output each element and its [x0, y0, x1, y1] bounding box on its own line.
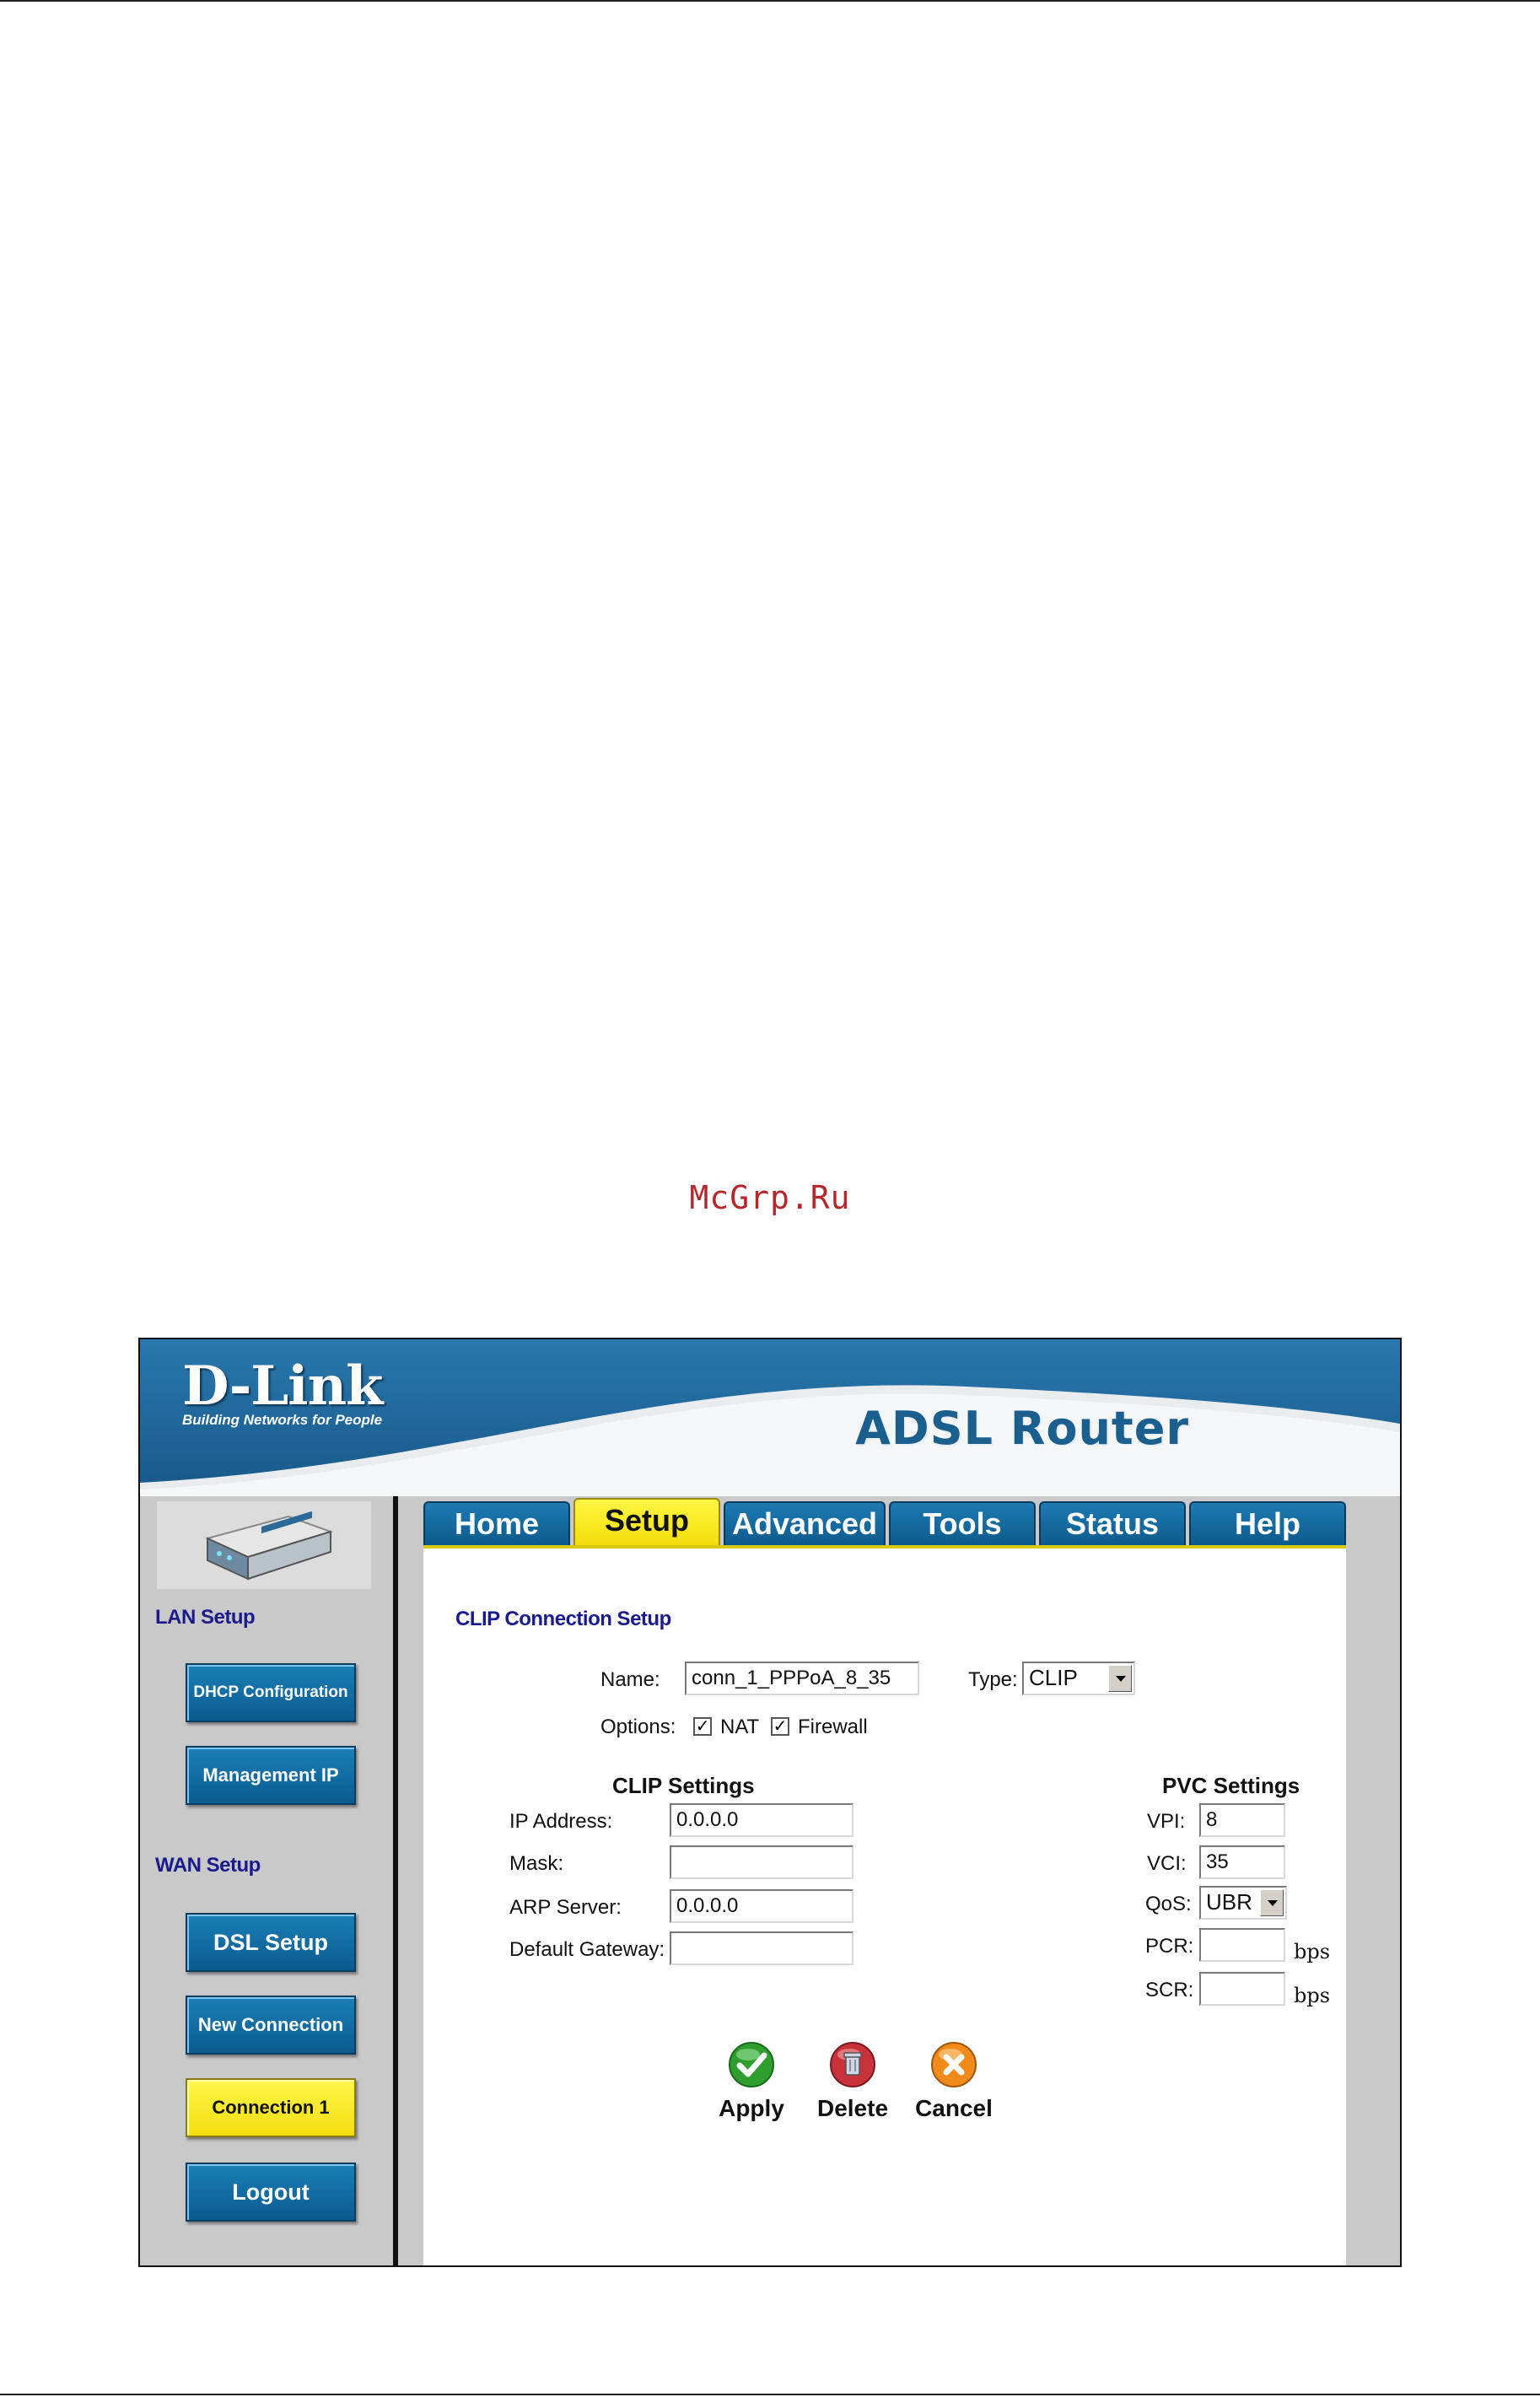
- tab-tools[interactable]: Tools: [889, 1501, 1036, 1545]
- nat-checkbox[interactable]: ✓: [693, 1717, 712, 1736]
- name-label: Name:: [600, 1668, 660, 1691]
- router-device-icon: [205, 1511, 334, 1581]
- logout-button[interactable]: Logout: [186, 2163, 356, 2222]
- mask-label: Mask:: [509, 1852, 564, 1875]
- tab-setup[interactable]: Setup: [573, 1498, 720, 1545]
- scr-unit: bps: [1294, 1984, 1331, 2007]
- brand-tagline: Building Networks for People: [182, 1412, 383, 1428]
- default-gateway-label: Default Gateway:: [509, 1938, 665, 1961]
- cancel-button[interactable]: Cancel: [907, 2041, 1000, 2122]
- default-gateway-input[interactable]: [670, 1931, 853, 1965]
- apply-label: Apply: [719, 2095, 784, 2121]
- pcr-input[interactable]: [1199, 1928, 1285, 1962]
- ip-address-label: IP Address:: [509, 1810, 613, 1833]
- clip-settings-title: CLIP Settings: [612, 1773, 755, 1798]
- qos-value: UBR: [1206, 1889, 1252, 1915]
- type-label: Type:: [968, 1668, 1018, 1691]
- vci-input[interactable]: [1199, 1845, 1285, 1879]
- chevron-down-icon[interactable]: [1108, 1665, 1132, 1692]
- tab-status[interactable]: Status: [1039, 1501, 1186, 1545]
- new-connection-button[interactable]: New Connection: [186, 1996, 356, 2055]
- brand-name: D-Link: [182, 1355, 383, 1418]
- ip-address-input[interactable]: [670, 1803, 853, 1837]
- connection-type-select[interactable]: CLIP: [1022, 1662, 1135, 1695]
- checkmark-icon: [729, 2042, 774, 2087]
- arp-server-label: ARP Server:: [509, 1896, 622, 1919]
- delete-label: Delete: [816, 2095, 889, 2121]
- main-tab-bar: Home Setup Advanced Tools Status Help: [423, 1498, 1346, 1545]
- page-bottom-rule: [0, 2394, 1540, 2395]
- page-top-rule: [0, 0, 1540, 2]
- wan-setup-heading: WAN Setup: [155, 1854, 261, 1877]
- cancel-label: Cancel: [915, 2095, 993, 2121]
- arp-server-input[interactable]: [670, 1889, 853, 1923]
- tab-home[interactable]: Home: [423, 1501, 570, 1545]
- vci-label: VCI:: [1147, 1852, 1187, 1875]
- lan-setup-heading: LAN Setup: [155, 1606, 256, 1629]
- dhcp-configuration-button[interactable]: DHCP Configuration: [186, 1663, 356, 1722]
- nat-label: NAT: [720, 1716, 760, 1738]
- tab-advanced[interactable]: Advanced: [724, 1501, 886, 1545]
- connection-1-button[interactable]: Connection 1: [186, 2078, 356, 2137]
- router-device-image: [157, 1501, 371, 1589]
- connection-name-input[interactable]: [685, 1662, 919, 1695]
- trash-icon: [830, 2042, 875, 2087]
- scr-label: SCR:: [1145, 1979, 1194, 2001]
- apply-button[interactable]: Apply: [705, 2041, 798, 2122]
- mask-input[interactable]: [670, 1845, 853, 1879]
- vpi-label: VPI:: [1147, 1810, 1186, 1833]
- main-content-panel: CLIP Connection Setup Name: Type: CLIP O…: [423, 1549, 1346, 2265]
- router-admin-window: D-Link Building Networks for People ADSL…: [138, 1338, 1402, 2267]
- tab-help[interactable]: Help: [1189, 1501, 1346, 1545]
- checkmark-icon: ✓: [695, 1717, 710, 1736]
- pvc-settings-title: PVC Settings: [1162, 1773, 1300, 1798]
- management-ip-button[interactable]: Management IP: [186, 1746, 356, 1805]
- scr-input[interactable]: [1199, 1972, 1285, 2006]
- qos-select[interactable]: UBR: [1199, 1886, 1287, 1920]
- firewall-label: Firewall: [798, 1716, 868, 1738]
- page-title: CLIP Connection Setup: [455, 1608, 671, 1630]
- watermark-text: McGrp.Ru: [689, 1179, 851, 1216]
- firewall-checkbox[interactable]: ✓: [771, 1717, 789, 1736]
- pcr-unit: bps: [1294, 1940, 1331, 1963]
- dlink-logo: D-Link Building Networks for People: [182, 1355, 383, 1429]
- options-label: Options:: [600, 1716, 676, 1738]
- chevron-down-icon[interactable]: [1260, 1889, 1284, 1916]
- product-title: ADSL Router: [855, 1402, 1189, 1455]
- vpi-input[interactable]: [1199, 1803, 1285, 1837]
- sidebar: LAN Setup DHCP Configuration Management …: [140, 1496, 391, 2265]
- qos-label: QoS:: [1145, 1893, 1192, 1915]
- dsl-setup-button[interactable]: DSL Setup: [186, 1913, 356, 1972]
- close-icon: [931, 2042, 977, 2087]
- checkmark-icon: ✓: [773, 1717, 788, 1736]
- pcr-label: PCR:: [1145, 1935, 1194, 1958]
- sidebar-divider: [393, 1496, 398, 2265]
- header-banner: D-Link Building Networks for People ADSL…: [140, 1339, 1400, 1496]
- connection-type-value: CLIP: [1029, 1665, 1078, 1690]
- delete-button[interactable]: Delete: [806, 2041, 899, 2122]
